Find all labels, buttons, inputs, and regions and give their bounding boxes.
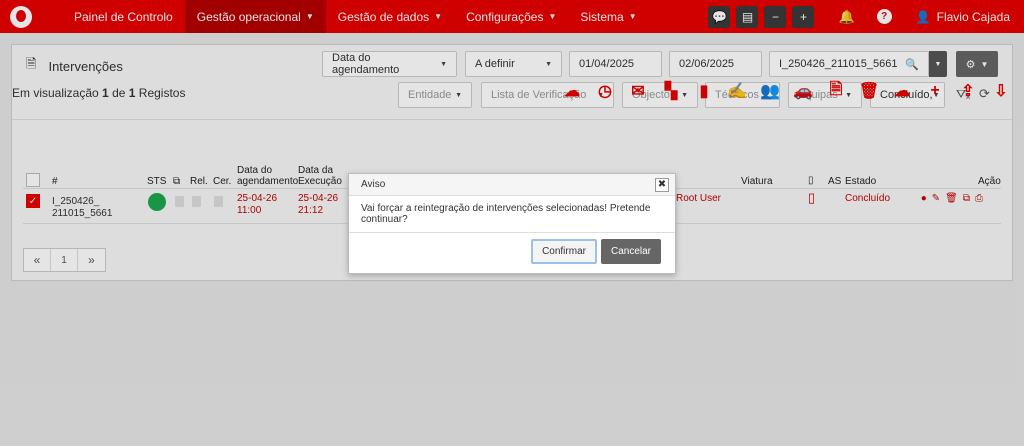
dialog-message: Vai forçar a reintegração de intervençõe… xyxy=(361,203,651,225)
dialog-header: Aviso ✖ xyxy=(349,174,675,196)
warning-dialog: Aviso ✖ Vai forçar a reintegração de int… xyxy=(348,173,676,274)
dialog-title: Aviso xyxy=(361,179,386,190)
dialog-body: Vai forçar a reintegração de intervençõe… xyxy=(349,196,675,233)
confirm-button[interactable]: Confirmar xyxy=(531,239,597,264)
cancel-button[interactable]: Cancelar xyxy=(600,239,661,264)
dialog-footer: Confirmar Cancelar xyxy=(349,233,675,264)
close-icon[interactable]: ✖ xyxy=(655,177,669,192)
